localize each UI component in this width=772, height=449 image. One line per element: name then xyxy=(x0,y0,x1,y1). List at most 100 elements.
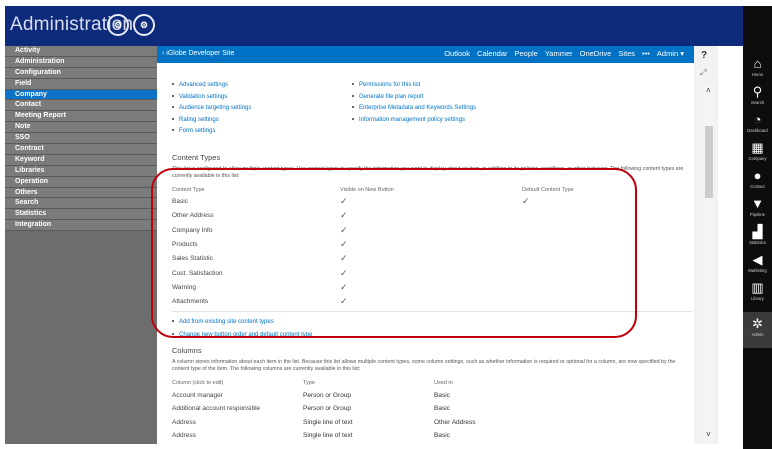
column-used-in: Other Address xyxy=(434,418,476,426)
megaphone-icon: ◀ xyxy=(752,252,763,267)
nav-item-contract[interactable]: Contract xyxy=(5,144,157,155)
validation-settings-link[interactable]: Validation settings xyxy=(172,92,251,104)
nav-item-others[interactable]: Others xyxy=(5,187,157,199)
building-icon: ▦ xyxy=(751,140,764,155)
rail-label: Pipeline xyxy=(750,212,765,217)
default-column-header: Default Content Type xyxy=(522,187,574,193)
suite-link-calendar[interactable]: Calendar xyxy=(477,49,507,58)
bar-chart-icon: ▟ xyxy=(752,224,763,239)
column-used-in: Basic xyxy=(434,431,450,439)
suite-link-onedrive[interactable]: OneDrive xyxy=(580,49,612,58)
information-policy-link[interactable]: Information management policy settings xyxy=(352,115,476,127)
rail-pipeline[interactable]: ▼ Pipeline xyxy=(743,196,772,223)
nav-item-keyword[interactable]: Keyword xyxy=(5,154,157,166)
permissions-link[interactable]: Permissions for this list xyxy=(352,80,476,92)
add-content-type-link[interactable]: Add from existing site content types xyxy=(172,317,274,329)
rail-company[interactable]: ▦ Company xyxy=(743,140,772,167)
nav-item-field[interactable]: Field xyxy=(5,78,157,90)
column-used-in: Basic xyxy=(434,405,450,413)
rail-statistics[interactable]: ▟ Statistics xyxy=(743,224,772,251)
content-type-link[interactable]: Cust. Satisfaction xyxy=(172,270,223,277)
content-type-link[interactable]: Other Address xyxy=(172,212,214,219)
check-icon: ✓ xyxy=(340,267,348,278)
rail-dashboard[interactable]: ◔ Dashboard xyxy=(743,112,772,139)
chevron-down-icon[interactable]: ˅ xyxy=(706,430,711,439)
nav-item-libraries[interactable]: Libraries xyxy=(5,165,157,177)
form-settings-link[interactable]: Form settings xyxy=(172,126,251,138)
rail-label: Dashboard xyxy=(747,128,768,133)
nav-item-company[interactable]: Company xyxy=(5,89,157,101)
scrollbar-thumb[interactable] xyxy=(705,126,713,198)
content-type-link[interactable]: Products xyxy=(172,241,198,248)
nav-item-administration[interactable]: Administration xyxy=(5,56,157,68)
nav-item-activity[interactable]: Activity xyxy=(5,46,157,57)
link-label: Validation settings xyxy=(179,93,228,100)
person-icon: ● xyxy=(753,168,762,183)
enterprise-metadata-link[interactable]: Enterprise Metadata and Keywords Setting… xyxy=(352,103,476,115)
rail-marketing[interactable]: ◀ Marketing xyxy=(743,252,772,279)
vertical-scrollbar[interactable] xyxy=(704,84,714,444)
content-type-link[interactable]: Basic xyxy=(172,198,188,205)
left-navigation: Activity Administration Configuration Fi… xyxy=(5,46,157,444)
link-label: Rating settings xyxy=(179,116,219,123)
bullet-icon xyxy=(352,83,354,86)
rail-label: Company xyxy=(748,156,767,161)
permissions-settings-links: Permissions for this list Generate file … xyxy=(352,80,476,126)
rail-contact[interactable]: ● Contact xyxy=(743,168,772,195)
site-name-link[interactable]: ‹ iGlobe Developer Site xyxy=(162,50,234,57)
suite-link-yammer[interactable]: Yammer xyxy=(545,49,573,58)
bullet-icon xyxy=(172,129,174,132)
column-row: Account manager Person or Group Basic xyxy=(172,389,652,402)
nav-item-search[interactable]: Search xyxy=(5,198,157,210)
bullet-icon xyxy=(172,117,174,120)
chevron-up-icon[interactable]: ˄ xyxy=(706,86,711,95)
change-button-order-link[interactable]: Change new button order and default cont… xyxy=(172,330,312,342)
admin-menu[interactable]: Admin ▾ xyxy=(657,49,684,58)
link-label: Information management policy settings xyxy=(359,116,466,123)
nav-item-note[interactable]: Note xyxy=(5,122,157,134)
rail-label: Contact xyxy=(750,184,765,189)
content-type-link[interactable]: Attachments xyxy=(172,298,208,305)
content-type-link[interactable]: Company Info xyxy=(172,227,212,234)
rail-library[interactable]: ▥ Library xyxy=(743,280,772,307)
books-icon: ▥ xyxy=(751,280,764,295)
settings-search-button[interactable]: ⚙ xyxy=(107,14,129,36)
rail-admin[interactable]: ✲ Admin xyxy=(743,312,772,348)
nav-item-meeting-report[interactable]: Meeting Report xyxy=(5,111,157,123)
content-type-row: Other Address ✓ xyxy=(172,209,652,223)
rail-home[interactable]: ⌂ Home xyxy=(743,56,772,83)
rating-settings-link[interactable]: Rating settings xyxy=(172,115,251,127)
nav-item-sso[interactable]: SSO xyxy=(5,133,157,145)
suite-link-people[interactable]: People xyxy=(514,49,537,58)
column-link[interactable]: Address xyxy=(172,419,196,426)
file-plan-report-link[interactable]: Generate file plan report xyxy=(352,92,476,104)
content-type-row: Cust. Satisfaction ✓ xyxy=(172,267,652,281)
more-apps-button[interactable]: ••• xyxy=(642,49,650,58)
column-link[interactable]: Address xyxy=(172,432,196,439)
visible-column-header: Visible on New Button xyxy=(340,187,394,193)
nav-item-operation[interactable]: Operation xyxy=(5,176,157,188)
nav-item-integration[interactable]: Integration xyxy=(5,220,157,232)
audience-targeting-link[interactable]: Audience targeting settings xyxy=(172,103,251,115)
gear-icon: ✲ xyxy=(752,316,763,331)
rail-search[interactable]: ⚲ Search xyxy=(743,84,772,111)
column-row: Address Single line of text Basic xyxy=(172,429,652,442)
column-link[interactable]: Additional account responsible xyxy=(172,405,260,412)
app-rail: ⌂ Home ⚲ Search ◔ Dashboard ▦ Company ● … xyxy=(743,6,772,449)
link-label: Audience targeting settings xyxy=(179,105,252,111)
suite-link-sites[interactable]: Sites xyxy=(618,49,635,58)
column-used-in-header: Used in xyxy=(434,380,453,386)
advanced-search-button[interactable]: ⚙ xyxy=(133,14,155,36)
content-type-link[interactable]: Warning xyxy=(172,284,196,291)
nav-item-contact[interactable]: Contact xyxy=(5,100,157,112)
column-link[interactable]: Account manager xyxy=(172,392,223,399)
nav-item-configuration[interactable]: Configuration xyxy=(5,67,157,79)
suite-link-outlook[interactable]: Outlook xyxy=(444,49,470,58)
column-type: Single line of text xyxy=(303,431,353,439)
help-icon[interactable]: ? xyxy=(701,50,707,61)
advanced-settings-link[interactable]: Advanced settings xyxy=(172,80,251,92)
content-type-link[interactable]: Sales Statistic xyxy=(172,255,213,262)
focus-content-icon[interactable]: ⤢ xyxy=(700,68,706,78)
link-label: Form settings xyxy=(179,128,216,134)
nav-item-statistics[interactable]: Statistics xyxy=(5,209,157,221)
